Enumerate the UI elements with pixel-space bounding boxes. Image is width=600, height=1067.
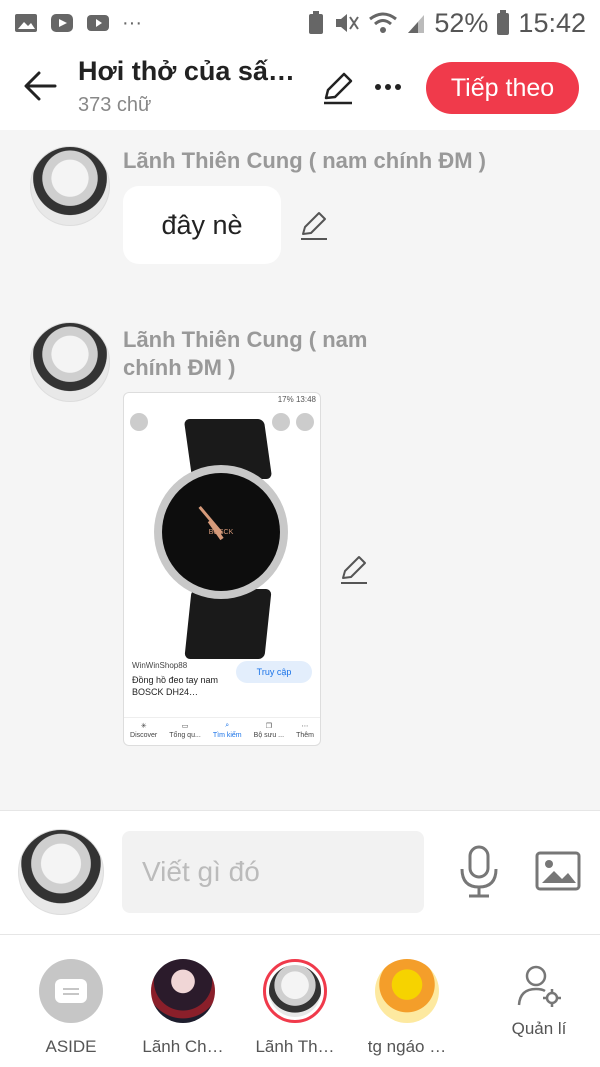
character-label: Lãnh Th…: [255, 1037, 335, 1056]
collections-icon: ❐: [265, 723, 272, 730]
story-header: Hơi thở của sấ… 373 chữ Tiếp theo: [0, 46, 600, 130]
gallery-notification-icon: [15, 14, 37, 32]
pencil-icon: [301, 212, 327, 240]
clock: 15:42: [518, 7, 586, 38]
nav-search: ⌕ Tìm kiếm: [212, 722, 242, 739]
character-label: Quản lí: [511, 1019, 567, 1038]
arrow-left-icon: [24, 71, 57, 101]
battery-percent: 52%: [434, 7, 489, 38]
status-bar: ··· 52% 15:42: [0, 0, 600, 46]
character-label: Lãnh Ch…: [142, 1037, 224, 1056]
pencil-icon: [341, 556, 367, 584]
character-item-selected[interactable]: Lãnh Th…: [240, 959, 350, 1057]
battery-saver-icon: [309, 11, 324, 34]
edit-title-button[interactable]: [320, 70, 356, 106]
story-title: Hơi thở của sấ…: [78, 56, 295, 86]
visit-button: Truy cập: [236, 661, 312, 683]
image-icon: [535, 851, 581, 891]
message-author: Lãnh Thiên Cung ( nam chính ĐM ): [123, 148, 486, 173]
word-count: 373 chữ: [78, 94, 152, 116]
add-image-button[interactable]: [534, 849, 582, 893]
asterisk-icon: ✳: [140, 723, 147, 730]
video-notification-icon: [51, 14, 73, 32]
aside-icon: [39, 959, 103, 1023]
message-input[interactable]: [122, 831, 424, 913]
character-bar: ASIDE Lãnh Ch… Lãnh Th… tg ngáo … Quản l…: [0, 934, 600, 1067]
more-horizontal-icon: ⋯: [301, 723, 309, 730]
edit-message-button[interactable]: [338, 554, 370, 586]
image-bottom-nav: ✳ Discover ▭ Tổng qu... ⌕ Tìm kiếm ❐ Bộ sưu …: [124, 717, 320, 739]
nav-overview: ▭ Tổng qu...: [169, 723, 201, 739]
character-item[interactable]: tg ngáo …: [352, 959, 462, 1057]
close-icon: [130, 413, 148, 431]
avatar[interactable]: [30, 146, 110, 226]
notification-icons: ···: [14, 12, 142, 35]
microphone-icon: [460, 845, 498, 898]
battery-icon: [497, 10, 510, 35]
lens-icon: [272, 413, 290, 431]
nav-more: ⋯ Thêm: [296, 723, 314, 739]
avatar[interactable]: [30, 322, 110, 402]
voice-button[interactable]: [458, 845, 500, 899]
avatar: [263, 959, 327, 1023]
nav-discover: ✳ Discover: [130, 723, 158, 739]
current-character-avatar[interactable]: [18, 829, 104, 915]
composer: [0, 810, 600, 934]
message-image[interactable]: 17% 13:48 BOSCK WinWinShop88 Đồng hồ đeo…: [123, 392, 321, 746]
character-label: ASIDE: [45, 1037, 97, 1056]
signal-icon: [408, 15, 425, 33]
manage-characters[interactable]: Quản lí: [484, 959, 594, 1039]
tray-icon: ▭: [181, 723, 189, 730]
watch-photo: BOSCK: [124, 409, 320, 659]
user-gear-icon: [517, 965, 561, 1007]
image-status-bar: 17% 13:48: [277, 395, 316, 404]
character-item[interactable]: Lãnh Ch…: [128, 959, 238, 1057]
youtube-notification-icon: [87, 15, 109, 31]
mute-icon: [336, 14, 360, 32]
message-author: Lãnh Thiên Cung ( nam chính ĐM ): [123, 327, 368, 380]
avatar: [375, 959, 439, 1023]
more-notifications-icon: ···: [122, 11, 142, 34]
character-aside[interactable]: ASIDE: [16, 959, 126, 1057]
next-button[interactable]: Tiếp theo: [426, 62, 579, 114]
message-bubble[interactable]: đây nè: [123, 186, 281, 264]
chat-area[interactable]: Lãnh Thiên Cung ( nam chính ĐM ) đây nè …: [0, 130, 600, 810]
more-horizontal-icon: [375, 84, 381, 90]
search-icon: ⌕: [225, 722, 230, 729]
avatar: [151, 959, 215, 1023]
product-card: WinWinShop88 Đồng hồ đeo tay nam BOSCK D…: [124, 657, 320, 717]
more-vertical-icon: [296, 413, 314, 431]
nav-collections: ❐ Bộ sưu ...: [253, 723, 285, 739]
back-button[interactable]: [18, 64, 62, 108]
character-label: tg ngáo …: [367, 1037, 447, 1056]
system-status: 52% 15:42: [306, 8, 586, 39]
product-title: Đồng hồ đeo tay nam BOSCK DH24…: [132, 675, 219, 697]
wifi-icon: [369, 12, 398, 33]
more-options-button[interactable]: [370, 72, 406, 102]
pencil-icon: [324, 72, 353, 105]
edit-message-button[interactable]: [298, 210, 330, 242]
